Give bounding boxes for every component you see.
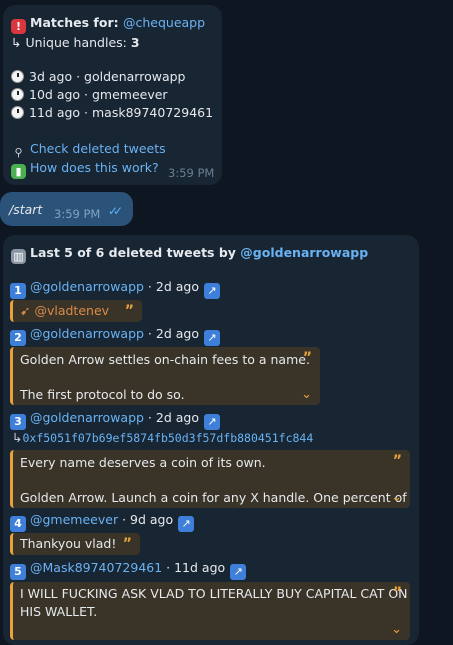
- message-time: 3:59 PM: [54, 207, 101, 221]
- command-text: /start: [9, 202, 43, 217]
- tweet-header: 3 @goldenarrowapp · 2d ago ↗: [10, 410, 220, 430]
- magnifier-icon: ⚲: [14, 146, 23, 159]
- quote-mark-icon: ”: [122, 536, 132, 552]
- matches-message: ! Matches for: @chequeapp ↳ Unique handle…: [3, 5, 222, 185]
- open-link-arrow-icon[interactable]: ↗: [203, 283, 220, 299]
- tweet-quote[interactable]: ➹ @vladtenev ”: [10, 300, 142, 322]
- handle-link[interactable]: @chequeapp: [123, 15, 205, 30]
- tweet-quote[interactable]: I WILL FUCKING ASK VLAD TO LITERALLY BUY…: [10, 582, 410, 640]
- return-arrow-icon: ↳: [11, 35, 22, 50]
- trash-icon: ▥: [11, 249, 26, 264]
- keycap-number-icon: 2: [10, 330, 26, 346]
- open-link-arrow-icon[interactable]: ↗: [203, 414, 220, 430]
- unique-handles-line: ↳ Unique handles: 3: [11, 35, 140, 50]
- quote-mark-icon: ”: [392, 585, 402, 601]
- chevron-down-icon[interactable]: ⌄: [301, 387, 312, 402]
- open-link-arrow-icon[interactable]: ↗: [178, 516, 195, 532]
- start-command-message: /start 3:59 PM ✓✓: [0, 192, 133, 226]
- tweet-quote[interactable]: Every name deserves a coin of its own. G…: [10, 450, 410, 508]
- deleted-title: ▥ Last 5 of 6 deleted tweets by @goldenar…: [11, 245, 368, 264]
- open-link-arrow-icon[interactable]: ↗: [203, 330, 220, 346]
- keycap-number-icon: 3: [10, 414, 26, 430]
- contract-address-line: ↳0xf5051f07b69ef5874fb50d3f57dfb880451fc…: [12, 430, 313, 445]
- quote-mark-icon: ”: [392, 453, 402, 469]
- entry-row: 3d ago · goldenarrowapp: [11, 69, 185, 84]
- entry-row: 10d ago · gmemeever: [11, 87, 168, 102]
- clock-icon: [11, 70, 24, 83]
- tweet-quote[interactable]: Thankyou vlad! ”: [10, 533, 140, 555]
- keycap-number-icon: 4: [10, 516, 26, 532]
- contract-address[interactable]: 0xf5051f07b69ef5874fb50d3f57dfb880451fc8…: [22, 431, 313, 445]
- tweet-header: 4 @gmemeever · 9d ago ↗: [10, 512, 195, 532]
- message-time: 3:59 PM: [168, 166, 215, 180]
- quote-mark-icon: ”: [124, 303, 134, 319]
- deleted-tweets-message: ▥ Last 5 of 6 deleted tweets by @goldenar…: [3, 235, 419, 645]
- chevron-down-icon[interactable]: ⌄: [391, 490, 402, 505]
- how-it-works-link-row[interactable]: ▮ How does this work?: [11, 160, 159, 179]
- chevron-down-icon[interactable]: ⌄: [391, 622, 402, 637]
- tweet-header: 5 @Mask89740729461 · 11d ago ↗: [10, 560, 247, 580]
- tweet-quote[interactable]: Golden Arrow settles on-chain fees to a …: [10, 347, 320, 405]
- tweet-header: 1 @goldenarrowapp · 2d ago ↗: [10, 279, 220, 299]
- entry-row: 11d ago · mask89740729461: [11, 105, 213, 120]
- keycap-number-icon: 5: [10, 564, 26, 580]
- check-deleted-link-row[interactable]: ⚲ Check deleted tweets: [11, 141, 165, 160]
- clock-icon: [11, 88, 24, 101]
- bow-arrow-icon: ➹: [20, 303, 31, 318]
- clock-icon: [11, 106, 24, 119]
- matches-title: ! Matches for: @chequeapp: [11, 15, 205, 34]
- return-arrow-icon: ↳: [12, 430, 23, 445]
- keycap-number-icon: 1: [10, 283, 26, 299]
- book-icon: ▮: [11, 164, 26, 179]
- read-checkmarks-icon: ✓✓: [108, 204, 123, 218]
- siren-icon: !: [11, 19, 26, 34]
- tweet-header: 2 @goldenarrowapp · 2d ago ↗: [10, 326, 220, 346]
- quote-mark-icon: ”: [302, 350, 312, 366]
- open-link-arrow-icon[interactable]: ↗: [230, 564, 247, 580]
